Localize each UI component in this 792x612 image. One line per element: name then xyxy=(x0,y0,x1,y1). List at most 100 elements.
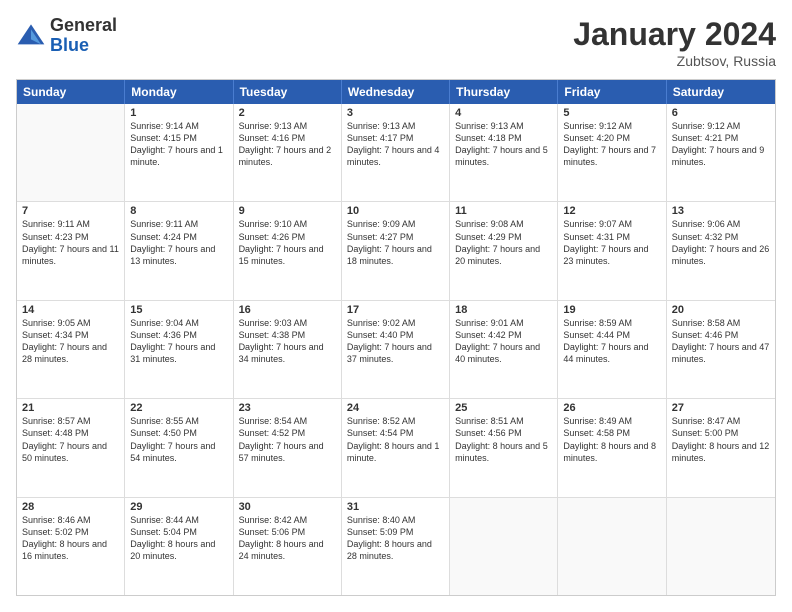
calendar-cell: 25Sunrise: 8:51 AMSunset: 4:56 PMDayligh… xyxy=(450,399,558,496)
calendar-cell: 13Sunrise: 9:06 AMSunset: 4:32 PMDayligh… xyxy=(667,202,775,299)
calendar-cell: 7Sunrise: 9:11 AMSunset: 4:23 PMDaylight… xyxy=(17,202,125,299)
day-of-week-saturday: Saturday xyxy=(667,80,775,104)
day-info: Sunrise: 8:55 AMSunset: 4:50 PMDaylight:… xyxy=(130,415,227,464)
day-info: Sunrise: 9:13 AMSunset: 4:18 PMDaylight:… xyxy=(455,120,552,169)
day-info: Sunrise: 9:14 AMSunset: 4:15 PMDaylight:… xyxy=(130,120,227,169)
day-info: Sunrise: 9:06 AMSunset: 4:32 PMDaylight:… xyxy=(672,218,770,267)
calendar-cell: 12Sunrise: 9:07 AMSunset: 4:31 PMDayligh… xyxy=(558,202,666,299)
day-number: 14 xyxy=(22,304,119,316)
day-number: 10 xyxy=(347,205,444,217)
day-info: Sunrise: 8:58 AMSunset: 4:46 PMDaylight:… xyxy=(672,317,770,366)
calendar-cell: 23Sunrise: 8:54 AMSunset: 4:52 PMDayligh… xyxy=(234,399,342,496)
day-info: Sunrise: 8:51 AMSunset: 4:56 PMDaylight:… xyxy=(455,415,552,464)
day-number: 19 xyxy=(563,304,660,316)
day-number: 13 xyxy=(672,205,770,217)
day-info: Sunrise: 8:59 AMSunset: 4:44 PMDaylight:… xyxy=(563,317,660,366)
logo: General Blue xyxy=(16,16,117,56)
calendar-body: 1Sunrise: 9:14 AMSunset: 4:15 PMDaylight… xyxy=(17,104,775,595)
day-info: Sunrise: 9:04 AMSunset: 4:36 PMDaylight:… xyxy=(130,317,227,366)
day-number: 11 xyxy=(455,205,552,217)
calendar-cell: 15Sunrise: 9:04 AMSunset: 4:36 PMDayligh… xyxy=(125,301,233,398)
calendar-row-3: 21Sunrise: 8:57 AMSunset: 4:48 PMDayligh… xyxy=(17,399,775,497)
day-of-week-sunday: Sunday xyxy=(17,80,125,104)
day-number: 30 xyxy=(239,501,336,513)
calendar-cell: 6Sunrise: 9:12 AMSunset: 4:21 PMDaylight… xyxy=(667,104,775,201)
calendar-cell: 5Sunrise: 9:12 AMSunset: 4:20 PMDaylight… xyxy=(558,104,666,201)
day-info: Sunrise: 9:03 AMSunset: 4:38 PMDaylight:… xyxy=(239,317,336,366)
day-number: 12 xyxy=(563,205,660,217)
calendar-cell xyxy=(558,498,666,595)
location-subtitle: Zubtsov, Russia xyxy=(573,53,776,69)
day-info: Sunrise: 8:52 AMSunset: 4:54 PMDaylight:… xyxy=(347,415,444,464)
day-number: 31 xyxy=(347,501,444,513)
calendar-row-2: 14Sunrise: 9:05 AMSunset: 4:34 PMDayligh… xyxy=(17,301,775,399)
logo-blue: Blue xyxy=(50,36,117,56)
day-info: Sunrise: 9:10 AMSunset: 4:26 PMDaylight:… xyxy=(239,218,336,267)
day-number: 25 xyxy=(455,402,552,414)
calendar-cell: 28Sunrise: 8:46 AMSunset: 5:02 PMDayligh… xyxy=(17,498,125,595)
day-info: Sunrise: 9:09 AMSunset: 4:27 PMDaylight:… xyxy=(347,218,444,267)
day-number: 29 xyxy=(130,501,227,513)
day-number: 9 xyxy=(239,205,336,217)
calendar-cell: 2Sunrise: 9:13 AMSunset: 4:16 PMDaylight… xyxy=(234,104,342,201)
calendar-cell: 9Sunrise: 9:10 AMSunset: 4:26 PMDaylight… xyxy=(234,202,342,299)
calendar-row-0: 1Sunrise: 9:14 AMSunset: 4:15 PMDaylight… xyxy=(17,104,775,202)
day-number: 1 xyxy=(130,107,227,119)
calendar-cell: 4Sunrise: 9:13 AMSunset: 4:18 PMDaylight… xyxy=(450,104,558,201)
day-info: Sunrise: 8:44 AMSunset: 5:04 PMDaylight:… xyxy=(130,514,227,563)
day-info: Sunrise: 9:12 AMSunset: 4:21 PMDaylight:… xyxy=(672,120,770,169)
calendar-cell: 22Sunrise: 8:55 AMSunset: 4:50 PMDayligh… xyxy=(125,399,233,496)
calendar-cell: 26Sunrise: 8:49 AMSunset: 4:58 PMDayligh… xyxy=(558,399,666,496)
calendar-cell: 16Sunrise: 9:03 AMSunset: 4:38 PMDayligh… xyxy=(234,301,342,398)
day-number: 26 xyxy=(563,402,660,414)
day-number: 21 xyxy=(22,402,119,414)
day-number: 16 xyxy=(239,304,336,316)
day-of-week-thursday: Thursday xyxy=(450,80,558,104)
calendar-cell: 24Sunrise: 8:52 AMSunset: 4:54 PMDayligh… xyxy=(342,399,450,496)
day-number: 23 xyxy=(239,402,336,414)
day-number: 7 xyxy=(22,205,119,217)
day-number: 15 xyxy=(130,304,227,316)
calendar-cell: 19Sunrise: 8:59 AMSunset: 4:44 PMDayligh… xyxy=(558,301,666,398)
day-number: 24 xyxy=(347,402,444,414)
calendar-cell: 31Sunrise: 8:40 AMSunset: 5:09 PMDayligh… xyxy=(342,498,450,595)
day-of-week-tuesday: Tuesday xyxy=(234,80,342,104)
calendar-cell: 14Sunrise: 9:05 AMSunset: 4:34 PMDayligh… xyxy=(17,301,125,398)
day-info: Sunrise: 8:46 AMSunset: 5:02 PMDaylight:… xyxy=(22,514,119,563)
day-info: Sunrise: 9:12 AMSunset: 4:20 PMDaylight:… xyxy=(563,120,660,169)
day-of-week-friday: Friday xyxy=(558,80,666,104)
day-info: Sunrise: 9:13 AMSunset: 4:16 PMDaylight:… xyxy=(239,120,336,169)
day-number: 2 xyxy=(239,107,336,119)
day-number: 4 xyxy=(455,107,552,119)
calendar-cell: 11Sunrise: 9:08 AMSunset: 4:29 PMDayligh… xyxy=(450,202,558,299)
day-info: Sunrise: 9:05 AMSunset: 4:34 PMDaylight:… xyxy=(22,317,119,366)
day-info: Sunrise: 9:13 AMSunset: 4:17 PMDaylight:… xyxy=(347,120,444,169)
calendar: SundayMondayTuesdayWednesdayThursdayFrid… xyxy=(16,79,776,596)
day-info: Sunrise: 8:42 AMSunset: 5:06 PMDaylight:… xyxy=(239,514,336,563)
title-block: January 2024 Zubtsov, Russia xyxy=(573,16,776,69)
day-number: 8 xyxy=(130,205,227,217)
day-number: 17 xyxy=(347,304,444,316)
day-number: 6 xyxy=(672,107,770,119)
calendar-cell: 20Sunrise: 8:58 AMSunset: 4:46 PMDayligh… xyxy=(667,301,775,398)
calendar-cell xyxy=(667,498,775,595)
calendar-cell: 17Sunrise: 9:02 AMSunset: 4:40 PMDayligh… xyxy=(342,301,450,398)
day-info: Sunrise: 8:49 AMSunset: 4:58 PMDaylight:… xyxy=(563,415,660,464)
day-number: 3 xyxy=(347,107,444,119)
calendar-cell: 30Sunrise: 8:42 AMSunset: 5:06 PMDayligh… xyxy=(234,498,342,595)
day-number: 5 xyxy=(563,107,660,119)
calendar-cell: 21Sunrise: 8:57 AMSunset: 4:48 PMDayligh… xyxy=(17,399,125,496)
calendar-cell: 1Sunrise: 9:14 AMSunset: 4:15 PMDaylight… xyxy=(125,104,233,201)
calendar-cell xyxy=(450,498,558,595)
calendar-cell xyxy=(17,104,125,201)
day-info: Sunrise: 9:08 AMSunset: 4:29 PMDaylight:… xyxy=(455,218,552,267)
day-info: Sunrise: 9:11 AMSunset: 4:24 PMDaylight:… xyxy=(130,218,227,267)
day-info: Sunrise: 8:40 AMSunset: 5:09 PMDaylight:… xyxy=(347,514,444,563)
day-of-week-monday: Monday xyxy=(125,80,233,104)
calendar-cell: 10Sunrise: 9:09 AMSunset: 4:27 PMDayligh… xyxy=(342,202,450,299)
logo-general: General xyxy=(50,16,117,36)
day-info: Sunrise: 9:01 AMSunset: 4:42 PMDaylight:… xyxy=(455,317,552,366)
day-info: Sunrise: 8:54 AMSunset: 4:52 PMDaylight:… xyxy=(239,415,336,464)
calendar-cell: 18Sunrise: 9:01 AMSunset: 4:42 PMDayligh… xyxy=(450,301,558,398)
day-info: Sunrise: 8:47 AMSunset: 5:00 PMDaylight:… xyxy=(672,415,770,464)
